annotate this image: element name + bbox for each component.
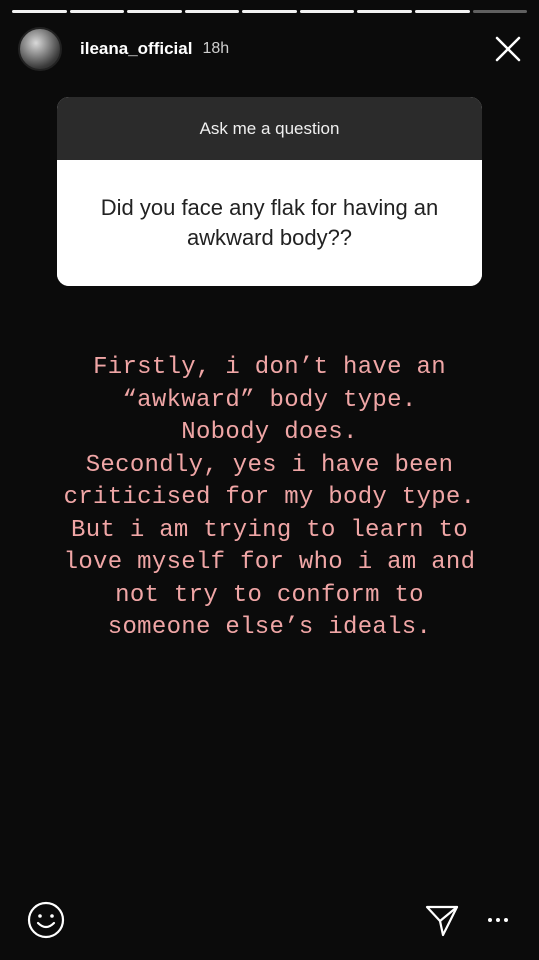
progress-segment bbox=[472, 10, 528, 13]
answer-line: Firstly, i don’t have an bbox=[93, 354, 446, 381]
answer-line: someone else’s ideals. bbox=[107, 614, 432, 641]
progress-segment bbox=[184, 10, 240, 13]
emoji-button[interactable] bbox=[26, 900, 66, 940]
post-time: 18h bbox=[202, 40, 230, 57]
answer-line: love myself for who i am and bbox=[63, 549, 476, 576]
more-button[interactable] bbox=[480, 900, 516, 940]
progress-segment bbox=[414, 10, 470, 13]
send-icon bbox=[425, 905, 459, 937]
close-icon bbox=[495, 36, 521, 62]
progress-segment bbox=[242, 10, 297, 13]
progress-segment bbox=[127, 10, 182, 13]
answer-line: But i am trying to learn to bbox=[71, 516, 468, 544]
smiley-icon bbox=[27, 901, 65, 939]
story-progress bbox=[12, 10, 528, 13]
avatar[interactable] bbox=[18, 27, 62, 71]
answer-line: Secondly, yes i have been bbox=[85, 451, 454, 479]
answer-line: “awkward” body type. bbox=[122, 386, 417, 414]
username[interactable]: ileana_official bbox=[80, 39, 192, 59]
progress-segment bbox=[69, 10, 125, 13]
close-button[interactable] bbox=[491, 32, 525, 66]
story-header: ileana_official 18h bbox=[18, 26, 525, 72]
question-sticker[interactable]: Ask me a question Did you face any flak … bbox=[57, 97, 482, 286]
more-icon bbox=[488, 918, 492, 922]
story-footer bbox=[0, 900, 539, 944]
answer-line: criticised for my body type. bbox=[63, 484, 476, 511]
answer-line: not try to conform to bbox=[115, 581, 424, 609]
question-text: Did you face any flak for having an awkw… bbox=[57, 160, 482, 286]
progress-segment bbox=[12, 10, 67, 13]
send-button[interactable] bbox=[424, 902, 460, 938]
answer-line: Nobody does. bbox=[181, 419, 358, 446]
story-screen: ileana_official 18h Ask me a question Di… bbox=[0, 0, 539, 960]
progress-segment bbox=[357, 10, 412, 13]
answer-text: Firstly, i don’t have an “awkward” body t… bbox=[10, 352, 529, 645]
question-sticker-title: Ask me a question bbox=[57, 97, 482, 160]
progress-segment bbox=[299, 10, 355, 13]
